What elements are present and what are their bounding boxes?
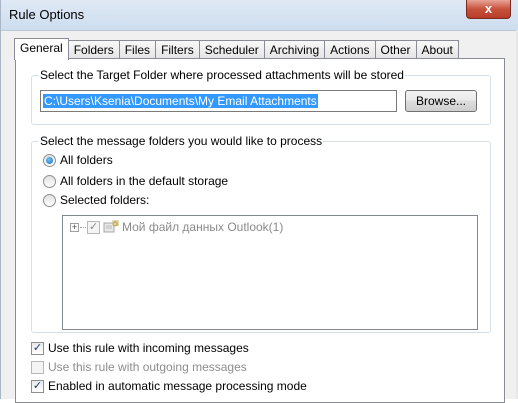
window-title: Rule Options	[9, 7, 85, 22]
target-folder-caption: Select the Target Folder where processed…	[39, 68, 405, 82]
radio-all-folders[interactable]: All folders	[43, 152, 113, 168]
radio-label: Selected folders:	[60, 193, 150, 207]
folder-tree[interactable]: + ✓ Мой файл данных Outlook(1)	[62, 215, 478, 330]
radio-label: All folders	[60, 153, 113, 167]
tab-folders[interactable]: Folders	[67, 40, 120, 59]
checkbox[interactable]	[31, 360, 44, 374]
tab-actions[interactable]: Actions	[324, 40, 376, 59]
radio-label: All folders in the default storage	[60, 174, 229, 188]
option-incoming-messages[interactable]: ✓ Use this rule with incoming messages	[31, 340, 249, 356]
radio-button[interactable]	[43, 153, 56, 167]
tab-archiving[interactable]: Archiving	[263, 40, 326, 59]
tree-node-checkbox[interactable]: ✓	[87, 220, 100, 234]
close-button[interactable]: x	[466, 0, 511, 19]
tree-connector	[80, 226, 86, 228]
radio-default-storage[interactable]: All folders in the default storage	[43, 173, 228, 189]
tab-filters[interactable]: Filters	[155, 40, 200, 59]
tab-files[interactable]: Files	[118, 40, 157, 59]
browse-button[interactable]: Browse...	[405, 90, 477, 112]
tab-strip: General Folders Files Filters Scheduler …	[14, 38, 459, 60]
tree-node-outlook-data-file[interactable]: + ✓ Мой файл данных Outlook(1)	[70, 219, 283, 235]
option-automatic-processing[interactable]: ✓ Enabled in automatic message processin…	[31, 378, 307, 394]
tree-node-label: Мой файл данных Outlook(1)	[122, 220, 284, 234]
radio-selected-folders[interactable]: Selected folders:	[43, 192, 149, 208]
checkbox-label: Use this rule with incoming messages	[48, 341, 249, 355]
checkbox-label: Enabled in automatic message processing …	[48, 379, 307, 393]
radio-button[interactable]	[43, 193, 56, 207]
checkbox[interactable]: ✓	[31, 341, 44, 355]
expand-icon[interactable]: +	[70, 222, 79, 232]
radio-button[interactable]	[43, 174, 56, 188]
tab-other[interactable]: Other	[374, 40, 417, 59]
message-folders-caption: Select the message folders you would lik…	[39, 134, 324, 148]
tab-scheduler[interactable]: Scheduler	[198, 40, 265, 59]
target-folder-path-input[interactable]: C:\Users\Ksenia\Documents\My Email Attac…	[40, 90, 397, 112]
outlook-data-file-icon	[103, 220, 119, 234]
checkbox[interactable]: ✓	[31, 379, 44, 393]
tab-about[interactable]: About	[415, 40, 459, 59]
title-bar: Rule Options x	[1, 0, 518, 31]
checkbox-label: Use this rule with outgoing messages	[48, 360, 247, 374]
target-folder-path-text: C:\Users\Ksenia\Documents\My Email Attac…	[43, 94, 318, 108]
tab-general[interactable]: General	[14, 38, 69, 60]
rule-options-dialog: Rule Options x General Folders Files Fil…	[0, 0, 518, 403]
option-outgoing-messages[interactable]: Use this rule with outgoing messages	[31, 359, 247, 375]
